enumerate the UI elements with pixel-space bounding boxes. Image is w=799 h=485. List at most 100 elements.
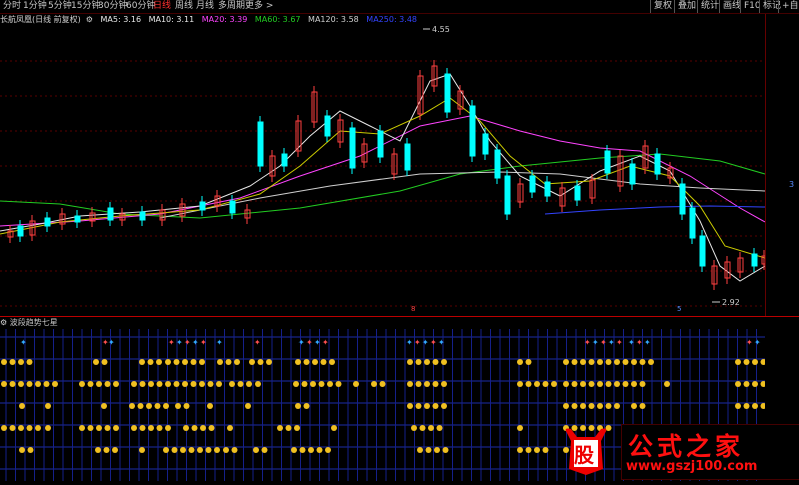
butterfly-icon: ✦ (414, 338, 421, 347)
moving-average-line (0, 73, 766, 282)
candle-down (604, 150, 611, 174)
moving-average-line (544, 205, 766, 215)
indicator-dot (424, 381, 430, 387)
settings-icon[interactable]: ⚙ (86, 15, 93, 24)
indicator-dot (743, 359, 750, 365)
butterfly-icon: ✦ (406, 338, 413, 347)
draw-line-button[interactable]: 画线 (719, 0, 741, 13)
watermark-badge: 股 (574, 443, 594, 467)
indicator-dot (205, 447, 212, 453)
moving-average-line (0, 97, 766, 259)
stats-button[interactable]: 统计 (697, 0, 719, 13)
candle-down (469, 105, 476, 157)
indicator-dot (234, 359, 240, 365)
indicator-dot (419, 425, 426, 431)
add-watchlist-button[interactable]: +自选 (778, 0, 799, 13)
tab-timeshare[interactable]: 分时 (3, 0, 21, 13)
indicator-dot (129, 403, 135, 409)
axis-divider (765, 14, 766, 316)
indicator-dot (580, 359, 586, 365)
tab-more[interactable]: 更多 > (245, 0, 273, 13)
indicator-dot (183, 425, 189, 431)
tab-multi-period[interactable]: 多周期 (218, 0, 245, 13)
candlestick-chart[interactable]: 4.55 2.92 (0, 25, 768, 316)
indicator-dot (197, 447, 203, 453)
indicator-dot (310, 381, 316, 387)
indicator-dot (173, 359, 180, 365)
indicator-dot (432, 381, 439, 387)
indicator-dot (26, 425, 33, 431)
indicator-dot (571, 359, 578, 365)
candle-down (229, 200, 236, 214)
indicator-dot (182, 381, 188, 387)
watermark-text: 公式之家 (628, 432, 745, 461)
indicator-dot (277, 425, 283, 431)
indicator-dot (379, 381, 386, 387)
indicator-dot (191, 425, 198, 431)
indicator-settings-icon[interactable]: ⚙ (0, 318, 10, 327)
indicator-dot (173, 381, 180, 387)
indicator-dot (542, 381, 549, 387)
indicator-dot (441, 359, 447, 365)
indicator-dot (571, 403, 578, 409)
indicator-dot (639, 403, 646, 409)
indicator-dot (225, 359, 232, 365)
candlestick-svg: 4.55 2.92 (0, 25, 768, 307)
ma20-value: MA20: 3.39 (201, 15, 248, 24)
candle-down (654, 153, 661, 175)
indicator-dot (525, 359, 532, 365)
candle-down (529, 175, 536, 193)
overlay-button[interactable]: 叠加 (674, 0, 697, 13)
tab-daily[interactable]: 日线 (153, 0, 171, 13)
indicator-dot (200, 425, 206, 431)
indicator-dot (165, 359, 171, 365)
indicator-dot (664, 381, 670, 387)
tab-weekly[interactable]: 周线 (175, 0, 193, 13)
indicator-dot (183, 403, 190, 409)
indicator-dot (154, 403, 161, 409)
tab-30min[interactable]: 30分钟 (98, 0, 127, 13)
tab-monthly[interactable]: 月线 (196, 0, 214, 13)
indicator-dot (171, 447, 178, 453)
tab-1min[interactable]: 1分钟 (23, 0, 47, 13)
tab-60min[interactable]: 60分钟 (126, 0, 155, 13)
candle-down (139, 211, 146, 221)
indicator-dot (1, 381, 7, 387)
candle-down (482, 133, 489, 155)
indicator-dot (96, 425, 102, 431)
ma5-value: MA5: 3.16 (100, 15, 142, 24)
indicator-dot (597, 381, 603, 387)
indicator-dot (434, 447, 440, 453)
tab-15min[interactable]: 15分钟 (71, 0, 100, 13)
butterfly-icon: ✦ (608, 338, 615, 347)
marker-b: 5 (677, 305, 682, 313)
tab-5min[interactable]: 5分钟 (48, 0, 72, 13)
indicator-dot (35, 425, 41, 431)
indicator-dot (597, 359, 603, 365)
indicator-dot (542, 447, 549, 453)
marker-a: 8 (411, 305, 416, 313)
indicator-dot (735, 359, 741, 365)
indicator-dot (648, 359, 654, 365)
butterfly-icon: ✦ (108, 338, 115, 347)
butterfly-icon: ✦ (192, 338, 199, 347)
candle-down (44, 217, 51, 227)
restore-rights-button[interactable]: 复权 (650, 0, 674, 13)
f10-button[interactable]: F10 (740, 0, 761, 13)
indicator-dot (104, 425, 111, 431)
indicator-dot (208, 425, 215, 431)
butterfly-icon: ✦ (628, 338, 635, 347)
ma10-value: MA10: 3.11 (148, 15, 195, 24)
indicator-dot (335, 381, 342, 387)
candle-down (494, 149, 501, 179)
indicator-dot (112, 447, 118, 453)
butterfly-icon: ✦ (216, 338, 223, 347)
indicator-dot (245, 403, 251, 409)
candle-down (349, 127, 356, 169)
indicator-dot (517, 359, 523, 365)
mark-button[interactable]: 标记 (759, 0, 781, 13)
indicator-dot (517, 381, 523, 387)
indicator-dot (266, 359, 272, 365)
indicator-dot (327, 381, 333, 387)
indicator-dot (18, 381, 24, 387)
